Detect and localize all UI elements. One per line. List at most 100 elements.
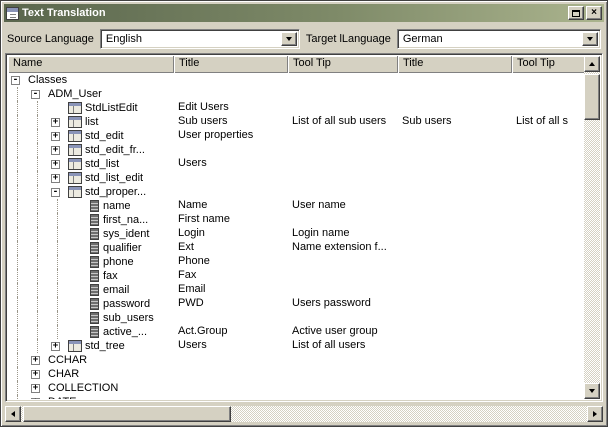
- tree-guide-line: [28, 241, 48, 255]
- tree-row-Classes[interactable]: -Classes: [8, 73, 570, 87]
- expand-box-icon[interactable]: +: [31, 370, 40, 379]
- tree-row-list[interactable]: +listSub usersList of all sub usersSub u…: [8, 115, 570, 129]
- vertical-scrollbar[interactable]: [584, 56, 600, 399]
- tree-row-email[interactable]: emailEmail: [8, 283, 570, 297]
- tree-row-std_proper...[interactable]: - std_proper...: [8, 185, 570, 199]
- vertical-scroll-thumb[interactable]: [584, 74, 600, 120]
- name-cell: -ADM_User: [8, 87, 174, 101]
- tree-guide-line: [8, 115, 28, 129]
- source-language-combobox[interactable]: English: [100, 29, 300, 49]
- scroll-right-button[interactable]: [587, 406, 603, 422]
- tree-row-CHAR[interactable]: + CHAR: [8, 367, 570, 381]
- node-name: sys_ident: [103, 228, 149, 241]
- maximize-button[interactable]: [568, 6, 584, 20]
- horizontal-scroll-thumb[interactable]: [23, 406, 231, 422]
- node-name: CHAR: [48, 368, 79, 381]
- source-dropdown-button[interactable]: [281, 32, 297, 46]
- tree-row-std_edit_fr...[interactable]: +std_edit_fr...: [8, 143, 570, 157]
- tree-guide-line: [8, 199, 28, 213]
- tree-row-DATE[interactable]: +DATE: [8, 395, 570, 399]
- form-icon: [68, 158, 82, 170]
- form-icon: [68, 130, 82, 142]
- expander-slot: [68, 269, 88, 283]
- expand-box-icon[interactable]: +: [51, 132, 60, 141]
- scroll-up-button[interactable]: [584, 56, 600, 72]
- column-header-3[interactable]: Tool Tip: [288, 56, 398, 73]
- tree-row-active_...[interactable]: active_...Act.GroupActive user group: [8, 325, 570, 339]
- collapse-box-icon[interactable]: -: [51, 188, 60, 197]
- tree-row-fax[interactable]: faxFax: [8, 269, 570, 283]
- tree-row-first_na...[interactable]: first_na...First name: [8, 213, 570, 227]
- expand-box-icon[interactable]: +: [51, 146, 60, 155]
- expand-box-icon[interactable]: +: [51, 118, 60, 127]
- horizontal-scrollbar[interactable]: [5, 406, 603, 422]
- node-name: phone: [103, 256, 134, 269]
- tree-row-std_tree[interactable]: +std_treeUsersList of all users: [8, 339, 570, 353]
- tree-row-sys_ident[interactable]: sys_identLoginLogin name: [8, 227, 570, 241]
- tree-guide-line: [48, 199, 68, 213]
- expand-box-icon[interactable]: +: [51, 174, 60, 183]
- tree-row-phone[interactable]: phonePhone: [8, 255, 570, 269]
- maximize-icon: [572, 10, 580, 17]
- tree-row-std_list[interactable]: +std_listUsers: [8, 157, 570, 171]
- node-name: Classes: [28, 74, 67, 87]
- title-cell: Email: [178, 283, 286, 297]
- expand-box-icon[interactable]: +: [51, 160, 60, 169]
- tooltip-cell: Users password: [292, 297, 396, 311]
- tree-row-std_list_edit[interactable]: +std_list_edit: [8, 171, 570, 185]
- node-name: CCHAR: [48, 354, 87, 367]
- tree-row-qualifier[interactable]: qualifierExtName extension f...: [8, 241, 570, 255]
- name-cell: +DATE: [8, 395, 174, 399]
- tree-guide-line: [28, 115, 48, 129]
- name-cell: +std_edit_fr...: [8, 143, 174, 157]
- title-cell: Users: [178, 157, 286, 171]
- tree-row-sub_users[interactable]: sub_users: [8, 311, 570, 325]
- tree-row-password[interactable]: passwordPWDUsers password: [8, 297, 570, 311]
- window-controls: ×: [568, 6, 602, 20]
- tooltip-cell: List of all users: [292, 339, 396, 353]
- scroll-down-button[interactable]: [584, 383, 600, 399]
- expand-box-icon[interactable]: +: [51, 342, 60, 351]
- title-bar[interactable]: Text Translation ×: [4, 4, 604, 22]
- tree-row-StdListEdit[interactable]: StdListEditEdit Users: [8, 101, 570, 115]
- expand-box-icon[interactable]: +: [31, 356, 40, 365]
- horizontal-scroll-track[interactable]: [21, 406, 587, 422]
- tree-row-CCHAR[interactable]: + CCHAR: [8, 353, 570, 367]
- collapse-box-icon[interactable]: -: [11, 76, 20, 85]
- tree-row-COLLECTION[interactable]: +COLLECTION: [8, 381, 570, 395]
- expand-box-icon[interactable]: +: [31, 398, 40, 400]
- vertical-scroll-track[interactable]: [584, 72, 600, 383]
- field-icon: [90, 284, 99, 296]
- expander-slot: [68, 199, 88, 213]
- node-name: sub_users: [103, 312, 154, 325]
- list-body[interactable]: -Classes-ADM_UserStdListEditEdit Users+l…: [8, 73, 600, 399]
- chevron-down-icon: [587, 37, 593, 41]
- tree-guide-line: [48, 255, 68, 269]
- target-dropdown-button[interactable]: [582, 32, 598, 46]
- field-icon: [90, 326, 99, 338]
- tree-row-name[interactable]: nameNameUser name: [8, 199, 570, 213]
- title-cell: Name: [178, 199, 286, 213]
- tooltip2-cell: List of all sub: [516, 115, 568, 129]
- tree-guide-line: [48, 227, 68, 241]
- node-name: std_proper...: [85, 186, 146, 199]
- expander-slot: +: [48, 143, 68, 157]
- target-language-combobox[interactable]: German: [397, 29, 601, 49]
- tree-guide-line: [48, 311, 68, 325]
- tree-row-ADM_User[interactable]: -ADM_User: [8, 87, 570, 101]
- tree-guide-line: [28, 185, 48, 199]
- scroll-left-button[interactable]: [5, 406, 21, 422]
- column-header-1[interactable]: Name: [8, 56, 174, 73]
- arrow-right-icon: [593, 411, 597, 417]
- column-header-2[interactable]: Title: [174, 56, 288, 73]
- form-icon: [68, 340, 82, 352]
- collapse-box-icon[interactable]: -: [31, 90, 40, 99]
- name-cell: active_...: [8, 325, 174, 339]
- tree-guide-line: [48, 269, 68, 283]
- tree-row-std_edit[interactable]: +std_editUser properties: [8, 129, 570, 143]
- name-cell: +list: [8, 115, 174, 129]
- close-button[interactable]: ×: [586, 6, 602, 20]
- expander-slot: -: [28, 87, 48, 101]
- column-header-4[interactable]: Title: [398, 56, 512, 73]
- expand-box-icon[interactable]: +: [31, 384, 40, 393]
